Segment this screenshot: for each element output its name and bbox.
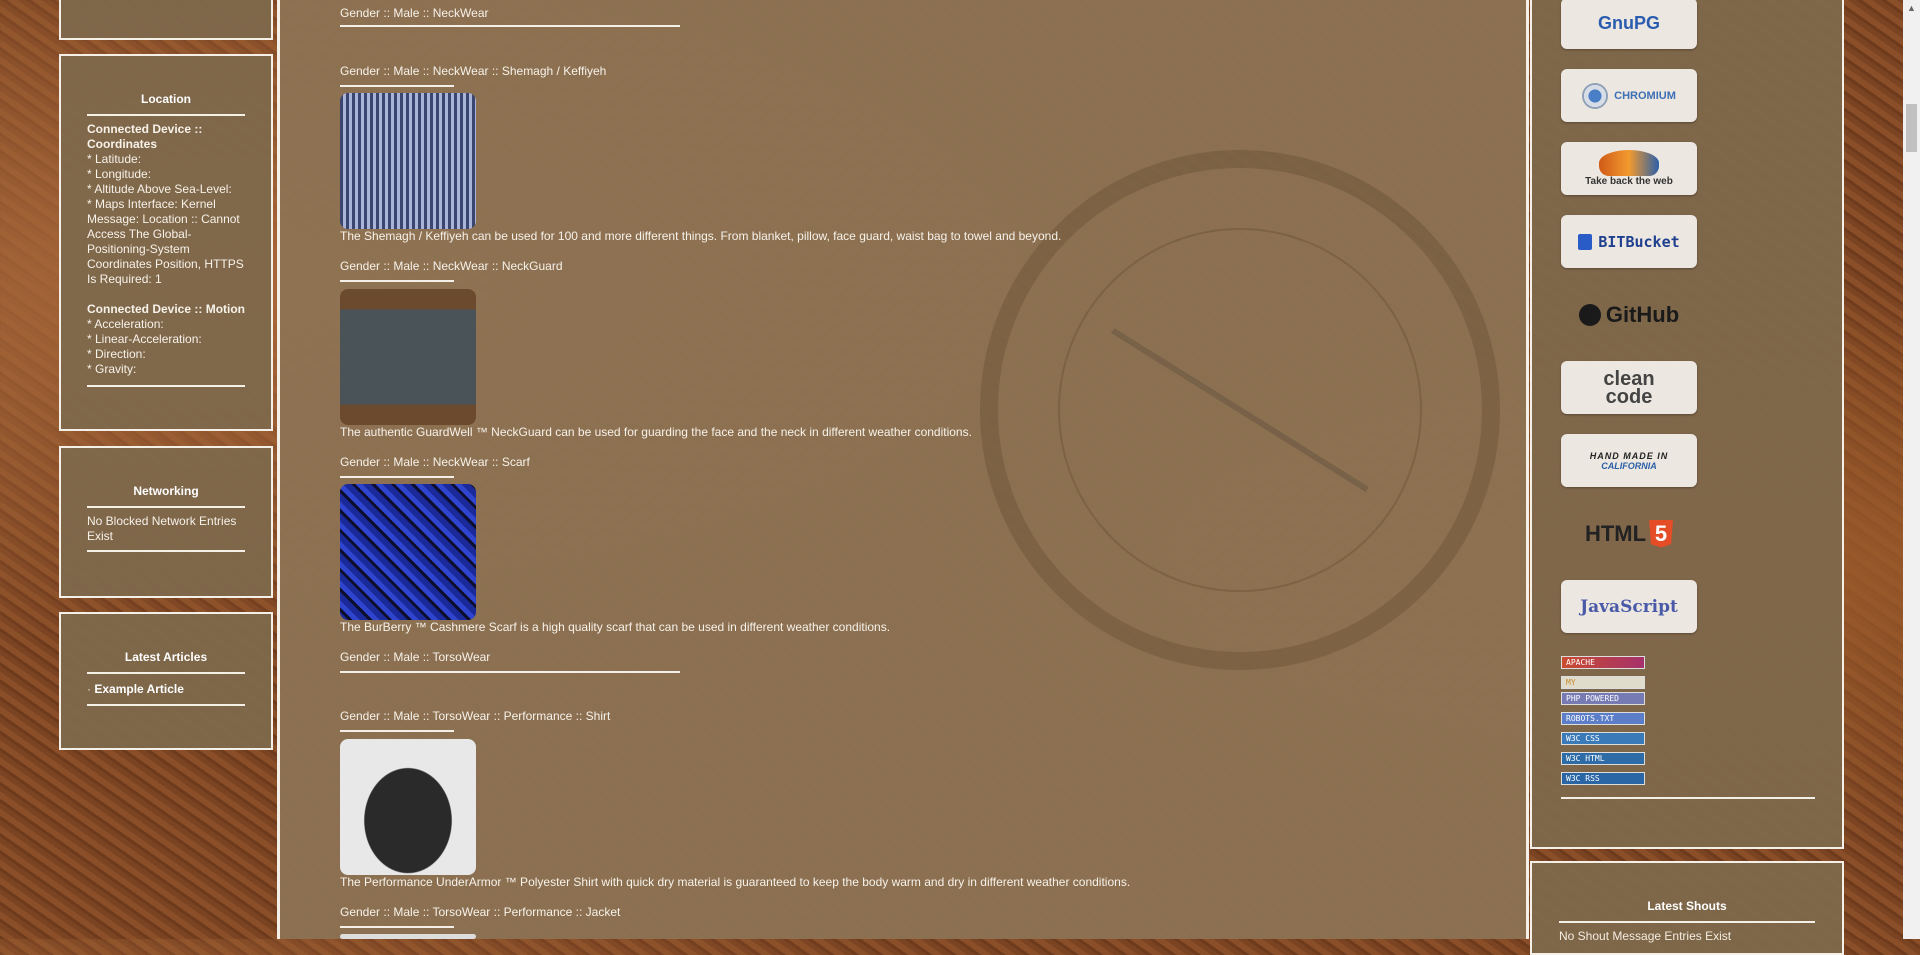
- category-divider: [340, 25, 680, 27]
- maps-message: * Maps Interface: Kernel Message: Locati…: [87, 197, 244, 286]
- bitbucket-logo-text: BITBucket: [1598, 232, 1680, 251]
- networking-title: Networking: [87, 484, 245, 508]
- article-link-example[interactable]: Example Article: [94, 682, 184, 696]
- longitude-line: * Longitude:: [87, 167, 152, 181]
- bullet-icon: ·: [87, 682, 91, 696]
- location-divider: [87, 385, 245, 387]
- badges-divider: [1561, 797, 1815, 799]
- w3c-rss-badge[interactable]: W3C RSS: [1561, 772, 1645, 785]
- latest-articles-box: Latest Articles · Example Article: [59, 612, 273, 750]
- latest-shouts-box: Latest Shouts No Shout Message Entries E…: [1530, 861, 1844, 955]
- cleancode-text-clean: clean: [1603, 367, 1655, 390]
- latest-shouts-text: No Shout Message Entries Exist: [1559, 929, 1732, 943]
- shemagh-image[interactable]: [340, 93, 476, 229]
- badges-box: GnuPG CHROMIUM Take back the web BITBuck…: [1530, 0, 1844, 849]
- chromium-icon: [1582, 82, 1609, 109]
- category-heading-torsowear[interactable]: Gender :: Male :: TorsoWear: [340, 650, 490, 664]
- motion-heading: Connected Device :: Motion: [87, 302, 246, 316]
- heading-underline: [340, 926, 454, 928]
- heading-underline: [340, 476, 454, 478]
- bitbucket-icon: [1578, 233, 1593, 250]
- main-content: Gender :: Male :: NeckWear Gender :: Mal…: [277, 0, 1529, 939]
- product-heading-jacket[interactable]: Gender :: Male :: TorsoWear :: Performan…: [340, 905, 620, 919]
- cleancode-text-code: code: [1605, 385, 1653, 408]
- firefox-logo-link[interactable]: Take back the web: [1561, 142, 1697, 195]
- articles-divider: [87, 704, 245, 706]
- handmade-logo-link[interactable]: HAND MADE IN CALIFORNIA: [1561, 434, 1697, 487]
- page-scrollbar[interactable]: ▲: [1903, 0, 1920, 939]
- networking-text: No Blocked Network Entries Exist: [87, 514, 237, 543]
- gnupg-logo-link[interactable]: GnuPG: [1561, 0, 1697, 49]
- github-logo-link[interactable]: GitHub: [1561, 288, 1697, 341]
- apache-badge[interactable]: APACHE: [1561, 656, 1645, 669]
- html5-logo-link[interactable]: HTML 5: [1561, 507, 1697, 560]
- heading-underline: [340, 85, 454, 87]
- javascript-logo-text: JavaScript: [1580, 596, 1678, 617]
- product-heading-shirt[interactable]: Gender :: Male :: TorsoWear :: Performan…: [340, 709, 610, 723]
- gnupg-logo-text: GnuPG: [1598, 13, 1660, 33]
- latitude-line: * Latitude:: [87, 152, 142, 166]
- cleancode-logo-link[interactable]: clean code: [1561, 361, 1697, 414]
- scrollbar-thumb[interactable]: [1906, 104, 1917, 152]
- neckguard-image[interactable]: [340, 289, 476, 425]
- html5-shield-icon: 5: [1649, 519, 1674, 548]
- article-list-item: · Example Article: [87, 682, 245, 696]
- shirt-image[interactable]: [340, 739, 476, 875]
- w3c-html-badge[interactable]: W3C HTML: [1561, 752, 1645, 765]
- javascript-logo-link[interactable]: JavaScript: [1561, 580, 1697, 633]
- chromium-logo-text: CHROMIUM: [1614, 89, 1676, 102]
- latest-articles-title: Latest Articles: [87, 650, 245, 674]
- networking-divider: [87, 550, 245, 552]
- sidebar-box-top: [59, 0, 273, 40]
- gravity-line: * Gravity:: [87, 362, 137, 376]
- category-heading-neckwear[interactable]: Gender :: Male :: NeckWear: [340, 6, 489, 20]
- latest-shouts-title: Latest Shouts: [1559, 899, 1815, 923]
- acceleration-line: * Acceleration:: [87, 317, 164, 331]
- linear-acceleration-line: * Linear-Acceleration:: [87, 332, 202, 346]
- github-logo-text: GitHub: [1605, 301, 1680, 327]
- california-text: CALIFORNIA: [1601, 460, 1657, 471]
- location-box: Location Connected Device :: Coordinates…: [59, 54, 273, 431]
- scarf-image[interactable]: [340, 484, 476, 620]
- altitude-line: * Altitude Above Sea-Level:: [87, 182, 232, 196]
- w3c-css-badge[interactable]: W3C CSS: [1561, 732, 1645, 745]
- firefox-logo-text: Take back the web: [1585, 176, 1673, 187]
- networking-box: Networking No Blocked Network Entries Ex…: [59, 446, 273, 598]
- heading-underline: [340, 280, 454, 282]
- shirt-description: The Performance UnderArmor ™ Polyester S…: [340, 875, 1131, 889]
- bitbucket-logo-link[interactable]: BITBucket: [1561, 215, 1697, 268]
- category-divider: [340, 671, 680, 673]
- firefox-icon: [1599, 150, 1659, 176]
- location-title: Location: [87, 92, 245, 116]
- right-sidebar: GnuPG CHROMIUM Take back the web BITBuck…: [1530, 0, 1844, 955]
- compass-background-image: [980, 150, 1500, 670]
- github-icon: [1578, 303, 1601, 326]
- product-heading-shemagh[interactable]: Gender :: Male :: NeckWear :: Shemagh / …: [340, 64, 606, 78]
- scroll-up-arrow-icon[interactable]: ▲: [1903, 0, 1920, 17]
- direction-line: * Direction:: [87, 347, 146, 361]
- handmade-text: HAND MADE IN: [1589, 450, 1669, 461]
- jacket-image[interactable]: [340, 934, 476, 939]
- robots-badge[interactable]: ROBOTS.TXT: [1561, 712, 1645, 725]
- php-badge[interactable]: PHP POWERED: [1561, 692, 1645, 705]
- location-details: Connected Device :: Coordinates * Latitu…: [87, 122, 247, 377]
- mysql-badge[interactable]: MY: [1561, 676, 1645, 689]
- shemagh-description: The Shemagh / Keffiyeh can be used for 1…: [340, 229, 1062, 243]
- product-heading-scarf[interactable]: Gender :: Male :: NeckWear :: Scarf: [340, 455, 530, 469]
- device-coords-heading: Connected Device :: Coordinates: [87, 122, 203, 151]
- html5-logo-text: HTML: [1584, 520, 1647, 546]
- heading-underline: [340, 730, 454, 732]
- scarf-description: The BurBerry ™ Cashmere Scarf is a high …: [340, 620, 891, 634]
- neckguard-description: The authentic GuardWell ™ NeckGuard can …: [340, 425, 972, 439]
- product-heading-neckguard[interactable]: Gender :: Male :: NeckWear :: NeckGuard: [340, 259, 563, 273]
- chromium-logo-link[interactable]: CHROMIUM: [1561, 69, 1697, 122]
